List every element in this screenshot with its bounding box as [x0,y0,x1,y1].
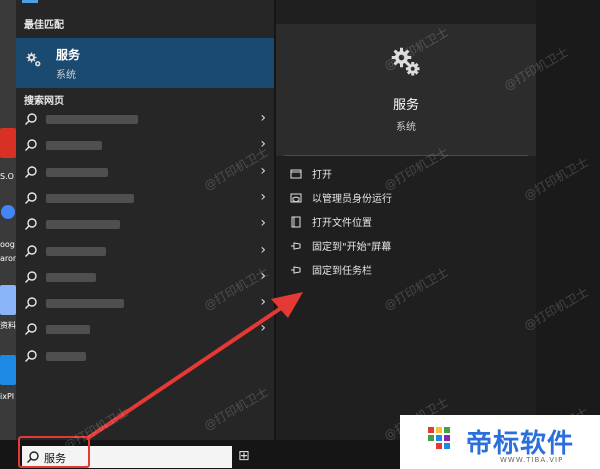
action-open-file-location[interactable]: 打开文件位置 [284,212,524,232]
blurred-suggestion [46,299,124,309]
action-label: 固定到任务栏 [312,266,372,277]
chevron-right-icon: › [260,241,266,258]
chevron-right-icon: › [260,110,266,126]
task-view-icon[interactable]: ⊞ [238,448,250,464]
web-search-row[interactable] [16,343,274,369]
action-label: 打开 [312,170,332,181]
best-match-subtitle: 系统 [56,70,76,81]
desktop-icons-strip: S.O oog aron 资料 ixPI [0,0,16,469]
desktop-app-icon[interactable] [0,128,16,158]
folder-icon [291,216,301,228]
blurred-suggestion [46,141,102,151]
preview-pane: 服务 系统 打开 以管理员身份运行 打开文件位置 固定到"开始"屏幕 固定到任务… [276,0,536,469]
logo-subtext: WWW.TIBA.VIP [500,456,564,464]
search-icon [25,271,37,283]
search-icon [25,323,37,336]
search-icon [25,218,37,231]
web-search-row[interactable]: › [16,316,274,342]
action-pin-to-taskbar[interactable]: 固定到任务栏 [284,260,524,280]
web-search-row[interactable]: › [16,106,274,132]
best-match-title: 服务 [56,48,81,62]
preview-title: 服务 [392,98,419,113]
preview-subtitle: 系统 [396,122,416,133]
gear-icon [26,52,41,67]
desktop-icon-label: 资料 [0,321,16,330]
desktop-app-icon[interactable] [1,205,15,219]
web-search-row[interactable]: › [16,132,274,158]
action-label: 固定到"开始"屏幕 [312,242,392,253]
preview-separator [284,155,528,156]
open-icon [290,169,302,179]
web-search-row[interactable]: › [16,185,274,211]
logo-text: 帝标软件 [466,429,575,459]
web-search-label: 搜索网页 [24,96,64,107]
search-icon [25,192,37,204]
blurred-suggestion [46,325,90,335]
chevron-right-icon: › [260,215,266,232]
blurred-suggestion [46,193,134,203]
blurred-suggestion [46,115,138,124]
web-search-row[interactable]: › [16,211,274,237]
desktop-app-icon[interactable] [0,285,16,315]
start-search-panel: 最佳匹配 服务 系统 搜索网页 › › › › › › › › › 服务 系统 … [16,0,536,469]
chevron-right-icon: › [260,162,266,179]
action-run-as-admin[interactable]: 以管理员身份运行 [284,188,524,208]
search-icon [25,244,37,257]
search-icon [25,139,37,152]
pin-icon [291,242,301,250]
search-icon [25,113,37,125]
desktop-icon-label: S.O [0,172,14,181]
blurred-suggestion [46,351,86,361]
chevron-right-icon: › [260,188,266,205]
chevron-right-icon: › [260,320,266,337]
chevron-right-icon: › [260,294,266,311]
search-icon [25,165,37,178]
blurred-suggestion [46,220,120,230]
desktop-icon-label: ixPI [0,392,15,401]
action-label: 打开文件位置 [312,218,372,229]
blurred-suggestion [46,272,96,282]
brand-logo: 帝标软件 WWW.TIBA.VIP [400,415,600,469]
blurred-suggestion [46,167,108,177]
best-match-item[interactable]: 服务 系统 [16,38,274,88]
active-tab-indicator [22,0,38,3]
action-pin-to-start[interactable]: 固定到"开始"屏幕 [284,236,524,256]
search-icon [25,297,37,310]
action-label: 以管理员身份运行 [312,194,392,205]
desktop-app-icon[interactable] [0,355,16,385]
pin-icon [291,266,301,274]
logo-mark-icon [428,427,450,449]
blurred-suggestion [46,246,106,256]
search-icon [25,349,37,362]
best-match-label: 最佳匹配 [24,20,64,31]
web-search-row[interactable]: › [16,238,274,264]
desktop-icon-label: aron [0,254,16,263]
desktop-icon-label: oog [0,240,15,249]
shield-icon [290,193,302,203]
